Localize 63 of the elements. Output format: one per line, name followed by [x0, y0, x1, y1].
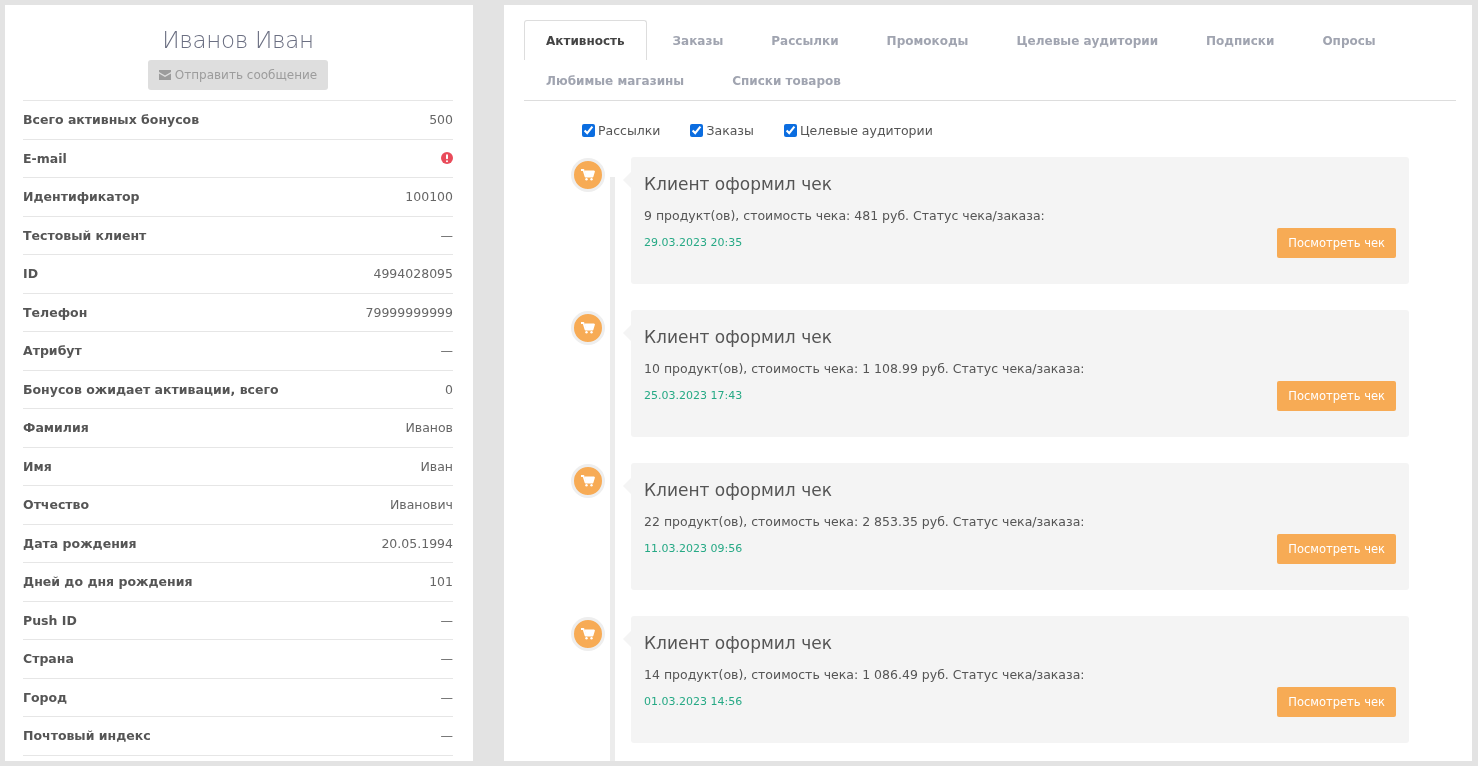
field-label: Фамилия: [23, 420, 89, 436]
field-value: —: [440, 612, 453, 628]
field-label: ID: [23, 266, 39, 282]
view-receipt-button[interactable]: Посмотреть чек: [1277, 534, 1396, 564]
field-label: Всего активных бонусов: [23, 112, 200, 128]
field-label: Идентификатор: [23, 189, 140, 205]
field-value: 100100: [405, 189, 453, 205]
field-label: Телефон: [23, 304, 88, 320]
field-label: Город: [23, 689, 68, 705]
field-value: Иванов: [405, 420, 453, 436]
field-value: —: [440, 728, 453, 744]
event-details: 22 продукт(ов), стоимость чека: 2 853.35 руб. Статус чека/заказа:: [644, 514, 1086, 529]
warning-icon: [441, 152, 453, 165]
field-label: Почтовый индекс: [23, 728, 151, 744]
envelope-icon: [158, 70, 171, 80]
filter-checkbox[interactable]: [690, 124, 704, 137]
event-date: 25.03.2023 17:43: [644, 389, 743, 402]
cart-icon: [581, 322, 595, 334]
field-label: E-mail: [23, 150, 67, 166]
event-title: Клиент оформил чек: [644, 327, 833, 347]
view-receipt-button[interactable]: Посмотреть чек: [1277, 228, 1396, 258]
field-label: Дней до дня рождения: [23, 574, 193, 590]
field-value: 500: [429, 112, 453, 128]
field-value: —: [440, 651, 453, 667]
event-date: 29.03.2023 20:35: [644, 236, 743, 249]
event-title: Клиент оформил чек: [644, 480, 833, 500]
field-value: Иванович: [389, 497, 453, 513]
field-value: —: [440, 689, 453, 705]
client-name: Иванов Иван: [161, 27, 315, 53]
cart-icon: [581, 628, 595, 640]
field-value: 4994028095: [373, 266, 453, 282]
event-details: 14 продукт(ов), стоимость чека: 1 086.49 руб. Статус чека/заказа:: [644, 667, 1086, 682]
filter-label: Целевые аудитории: [799, 123, 933, 138]
field-label: Имя: [23, 458, 52, 474]
field-label: Push ID: [23, 612, 77, 628]
field-label: Отчество: [23, 497, 90, 513]
view-receipt-button[interactable]: Посмотреть чек: [1277, 687, 1396, 717]
field-label: Бонусов ожидает активации, всего: [23, 381, 279, 397]
field-value: 79999999999: [365, 304, 453, 320]
filter-checkbox[interactable]: [783, 124, 797, 137]
tab[interactable]: Активность: [524, 20, 647, 60]
cart-icon: [581, 475, 595, 487]
field-label: Атрибут: [23, 343, 82, 359]
field-value: 0: [445, 381, 453, 397]
event-details: 10 продукт(ов), стоимость чека: 1 108.99 руб. Статус чека/заказа:: [644, 361, 1086, 376]
filter-label: Заказы: [706, 123, 754, 138]
field-label: Тестовый клиент: [23, 227, 147, 243]
field-value: 20.05.1994: [381, 535, 453, 551]
event-details: 9 продукт(ов), стоимость чека: 481 руб. Статус чека/заказа:: [644, 208, 1046, 223]
event-title: Клиент оформил чек: [644, 633, 833, 653]
event-date: 11.03.2023 09:56: [644, 542, 743, 555]
field-value: Иван: [420, 458, 453, 474]
field-value: —: [440, 343, 453, 359]
event-title: Клиент оформил чек: [644, 174, 833, 194]
field-label: Страна: [23, 651, 74, 667]
event-date: 01.03.2023 14:56: [644, 695, 743, 708]
field-value: 101: [429, 574, 453, 590]
filter-checkbox[interactable]: [582, 124, 595, 137]
view-receipt-button[interactable]: Посмотреть чек: [1277, 381, 1396, 411]
filter-label: Рассылки: [598, 123, 661, 138]
field-value: —: [440, 227, 453, 243]
field-label: Дата рождения: [23, 535, 137, 551]
cart-icon: [581, 169, 595, 181]
